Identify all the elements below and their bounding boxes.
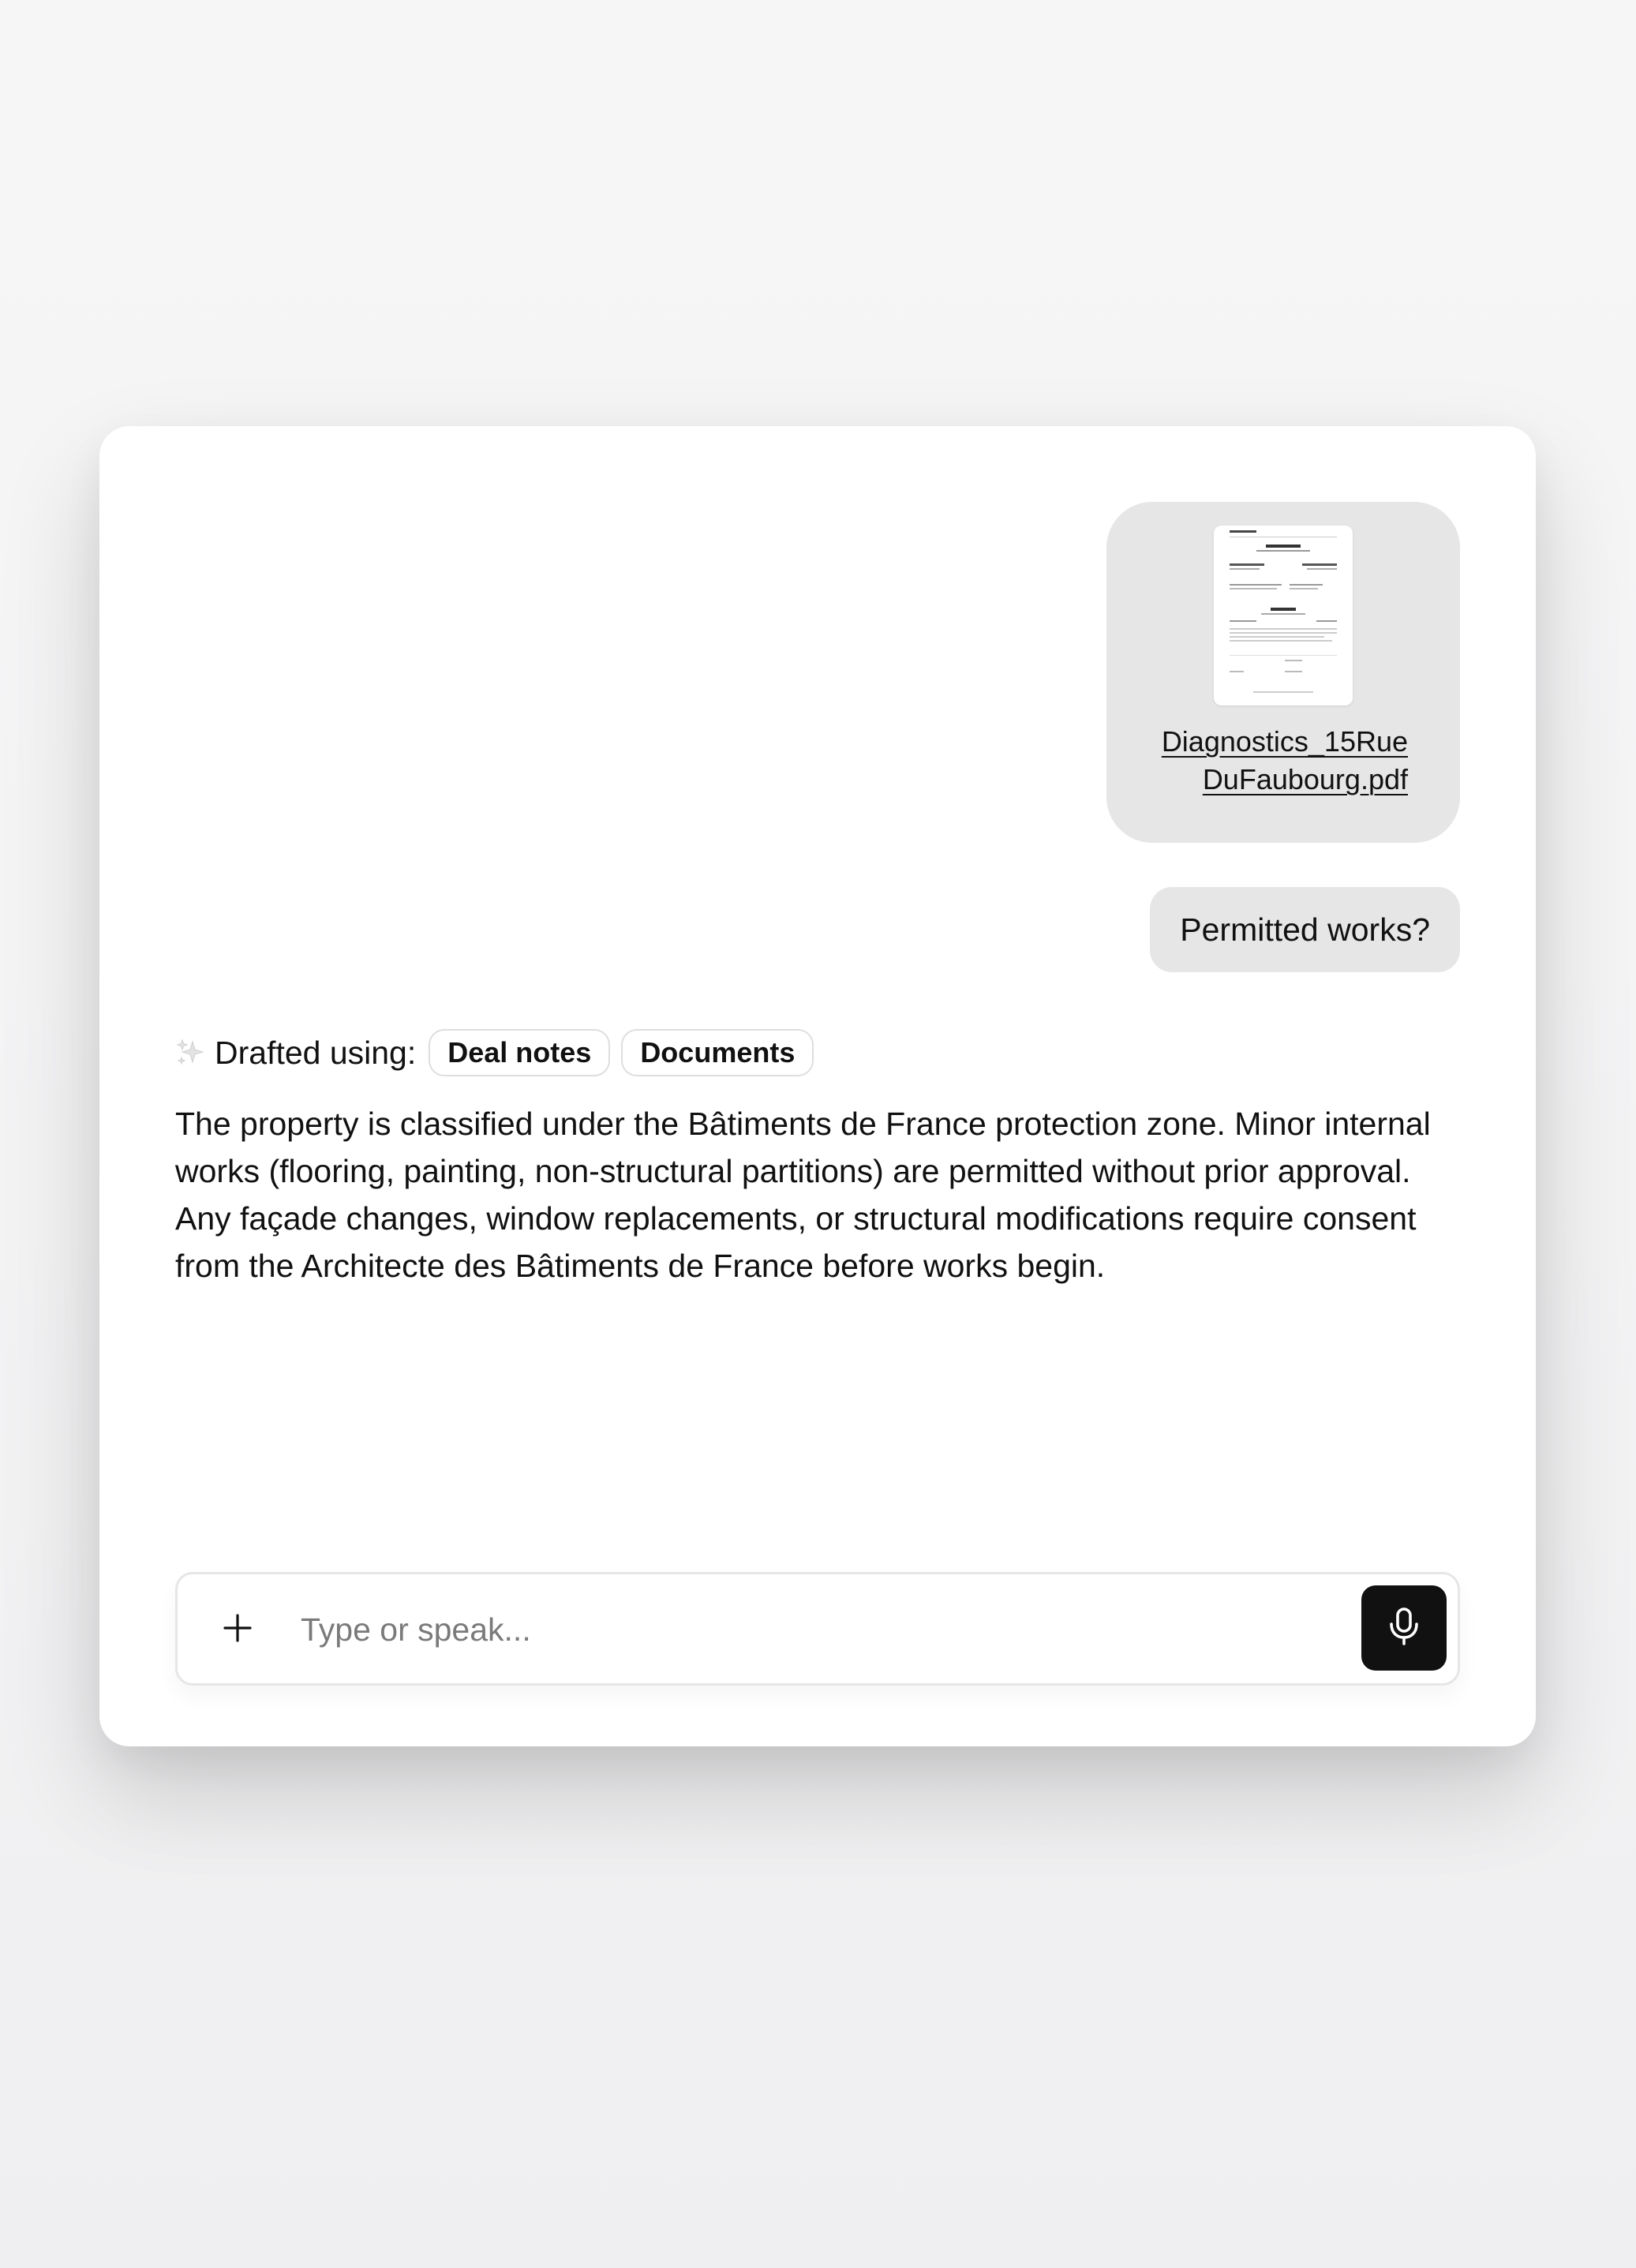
message-composer	[175, 1572, 1460, 1686]
message-input[interactable]	[301, 1592, 1303, 1667]
plus-icon	[222, 1612, 253, 1648]
drafted-using-row: Drafted using: Deal notes Documents	[175, 1029, 825, 1076]
attachment-bubble[interactable]: Diagnostics_15Rue DuFaubourg.pdf	[1106, 502, 1460, 843]
add-attachment-button[interactable]	[209, 1601, 266, 1658]
source-chip-documents[interactable]: Documents	[621, 1029, 814, 1076]
drafted-using-label: Drafted using:	[215, 1034, 417, 1071]
source-chip-deal-notes[interactable]: Deal notes	[429, 1029, 611, 1076]
chat-card: Diagnostics_15Rue DuFaubourg.pdf Permitt…	[99, 426, 1536, 1746]
sparkle-icon	[175, 1037, 207, 1069]
user-message-text: Permitted works?	[1180, 911, 1430, 948]
assistant-answer: The property is classified under the Bât…	[175, 1106, 1431, 1284]
microphone-icon	[1387, 1607, 1421, 1650]
user-message-bubble: Permitted works?	[1150, 887, 1460, 972]
attachment-file-name[interactable]: Diagnostics_15Rue DuFaubourg.pdf	[1124, 723, 1408, 799]
microphone-button[interactable]	[1361, 1585, 1447, 1671]
pdf-thumbnail-icon	[1214, 526, 1353, 705]
